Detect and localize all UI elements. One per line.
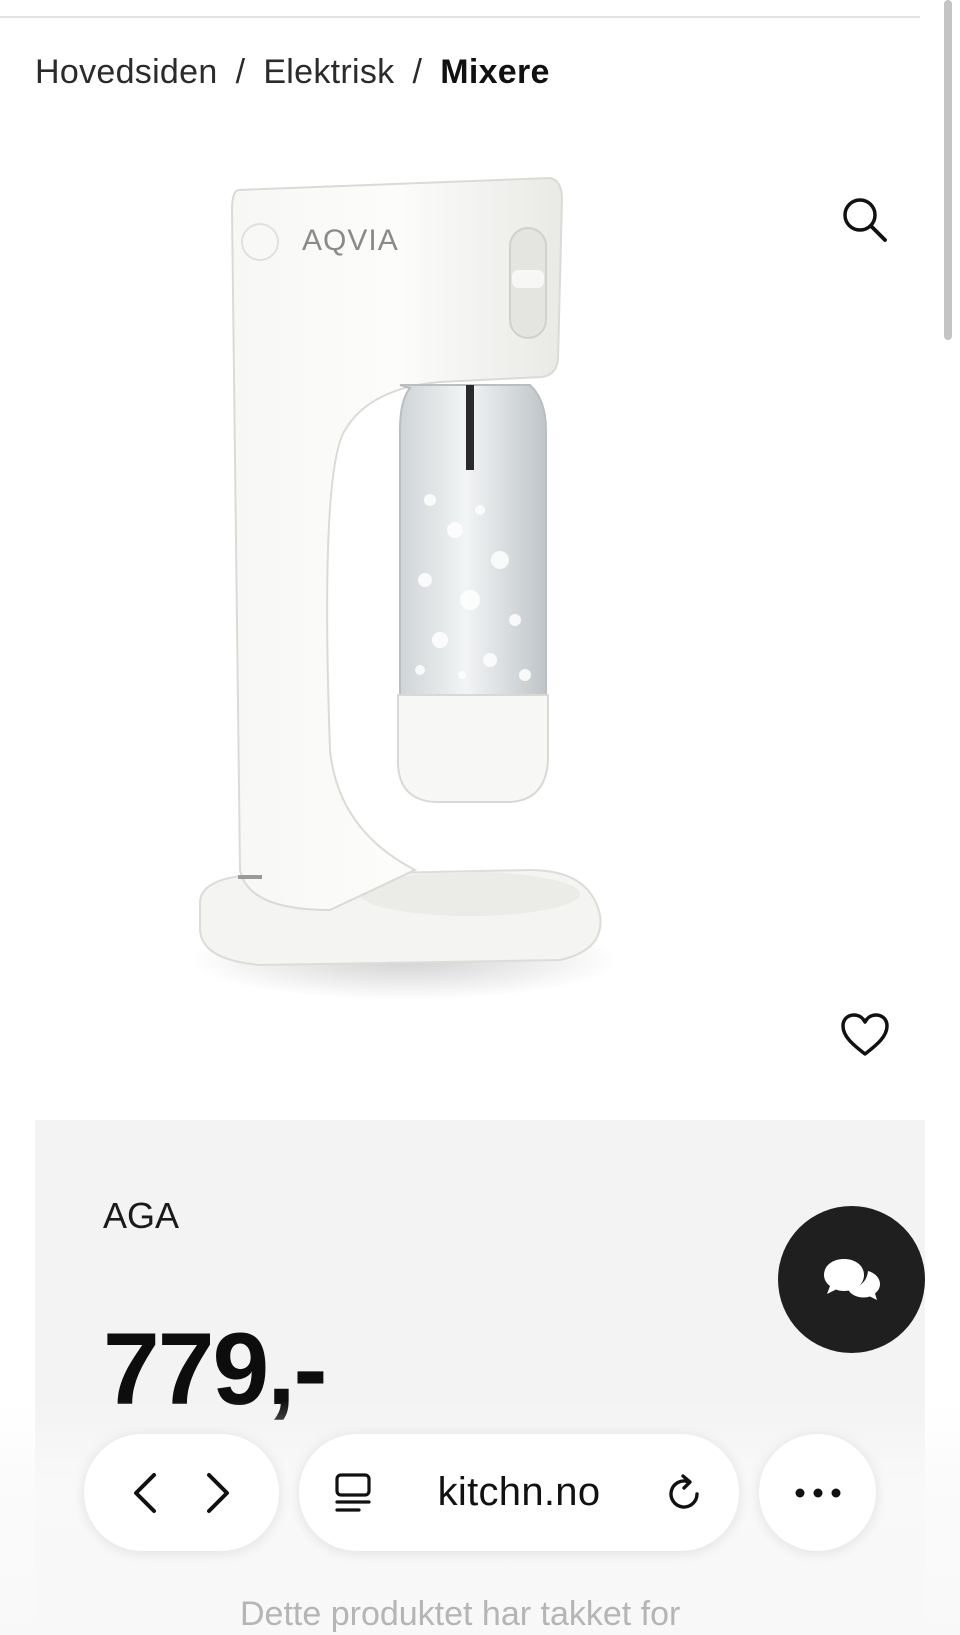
product-brand[interactable]: AGA	[103, 1195, 179, 1237]
reload-button[interactable]	[665, 1472, 705, 1514]
forward-button[interactable]	[203, 1471, 233, 1515]
url-text[interactable]: kitchn.no	[373, 1470, 665, 1515]
chevron-right-icon	[207, 1472, 230, 1513]
breadcrumb-separator: /	[235, 52, 246, 91]
reload-icon	[669, 1473, 699, 1509]
chat-button[interactable]	[778, 1206, 925, 1353]
breadcrumb-separator: /	[412, 52, 423, 91]
product-note: Dette produktet har takket for	[240, 1595, 681, 1633]
svg-text:AQVIA: AQVIA	[302, 224, 399, 257]
header-divider	[0, 16, 920, 18]
address-bar[interactable]: kitchn.no	[299, 1434, 739, 1551]
heart-icon	[841, 1013, 889, 1056]
chevron-left-icon	[133, 1472, 156, 1513]
breadcrumb-home-link[interactable]: Hovedsiden	[35, 53, 218, 92]
search-button[interactable]	[835, 190, 895, 250]
product-image[interactable]: AQVIA	[180, 170, 630, 1020]
back-button[interactable]	[130, 1471, 160, 1515]
scrollbar-thumb[interactable]	[944, 0, 952, 340]
breadcrumb-current: Mixere	[440, 52, 550, 91]
add-to-favorites-button[interactable]	[835, 1005, 895, 1065]
more-dots-icon	[795, 1488, 840, 1497]
breadcrumb: Hovedsiden / Elektrisk / Mixere	[35, 50, 550, 94]
history-navigation	[84, 1434, 279, 1551]
reader-mode-icon	[335, 1472, 371, 1512]
more-options-button[interactable]	[759, 1434, 876, 1551]
chat-bubbles-icon	[823, 1258, 880, 1300]
reader-mode-button[interactable]	[333, 1472, 373, 1514]
breadcrumb-category-link[interactable]: Elektrisk	[263, 53, 394, 92]
search-icon	[843, 198, 887, 242]
